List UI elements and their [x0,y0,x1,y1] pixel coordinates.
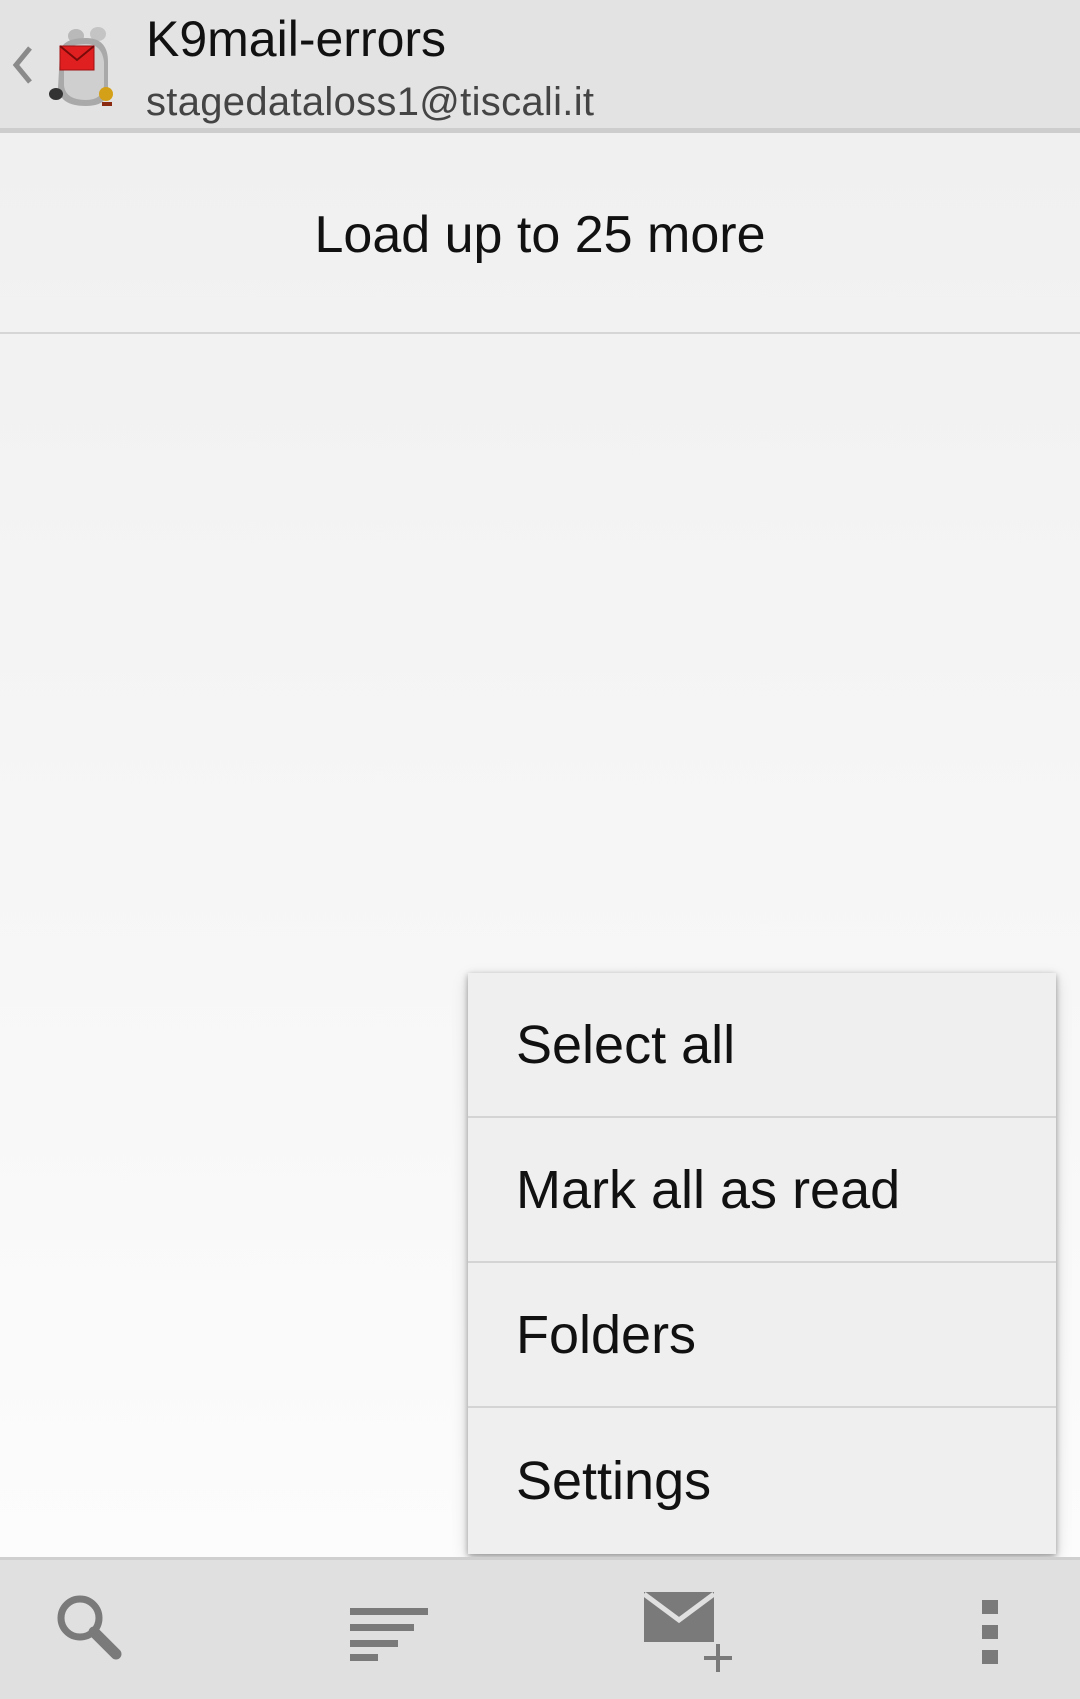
menu-item-folders[interactable]: Folders [468,1263,1056,1408]
search-icon[interactable] [52,1590,128,1666]
bottom-action-bar [0,1557,1080,1699]
overflow-menu: Select all Mark all as read Folders Sett… [468,973,1056,1554]
chevron-left-icon[interactable] [10,40,36,90]
menu-item-mark-all-as-read[interactable]: Mark all as read [468,1118,1056,1263]
load-more-button[interactable]: Load up to 25 more [0,138,1080,334]
menu-item-settings[interactable]: Settings [468,1408,1056,1554]
menu-item-select-all[interactable]: Select all [468,973,1056,1118]
action-bar: K9mail-errors stagedataloss1@tiscali.it [0,0,1080,133]
folder-title: K9mail-errors [146,11,447,67]
sort-icon[interactable] [348,1606,432,1662]
overflow-menu-icon[interactable] [980,1598,1000,1666]
account-email: stagedataloss1@tiscali.it [146,80,595,124]
k9-mail-dog-icon[interactable] [46,22,122,110]
compose-icon[interactable] [642,1590,738,1674]
